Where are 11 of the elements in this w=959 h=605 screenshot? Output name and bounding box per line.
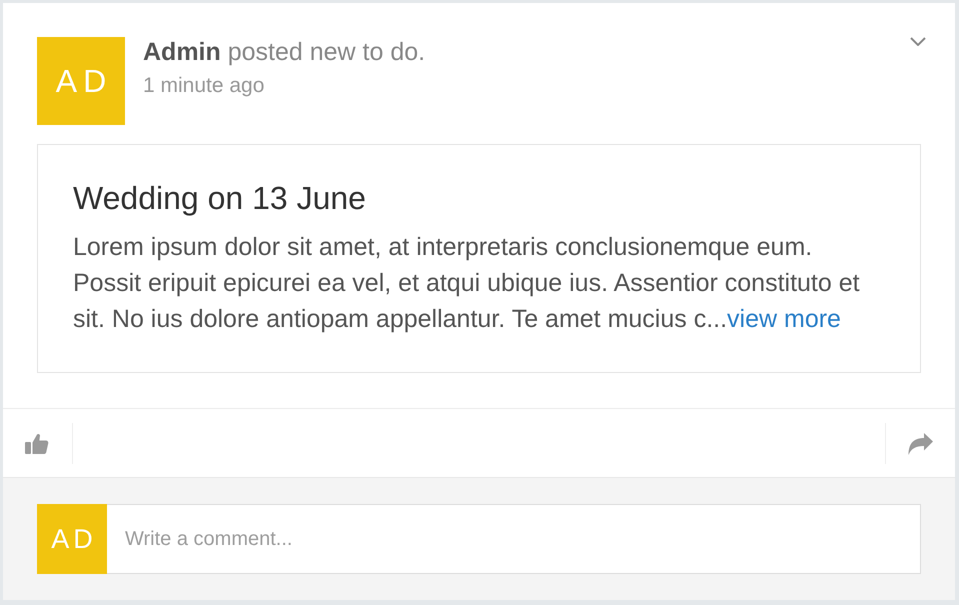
comment-input[interactable]: Write a comment... xyxy=(107,504,921,574)
share-arrow-icon xyxy=(907,432,933,454)
post-time: 1 minute ago xyxy=(143,74,266,98)
post-title: Wedding on 13 June xyxy=(73,181,367,215)
avatar: AD xyxy=(37,504,107,574)
post-headline: Admin posted new to do. xyxy=(143,37,426,67)
post-body: Lorem ipsum dolor sit amet, at interpretaris conclusionemque eum. Possit eripuit epicurei ea vel, et atqui ubique ius. Assentior constituto et sit. No ius dolore antiopam appellantur. Te amet mucius c...view more xyxy=(73,232,861,335)
chevron-down-icon xyxy=(910,37,926,46)
thumbs-up-icon xyxy=(25,432,49,455)
avatar: AD xyxy=(37,37,125,125)
view-more-link[interactable]: view more xyxy=(727,305,841,333)
